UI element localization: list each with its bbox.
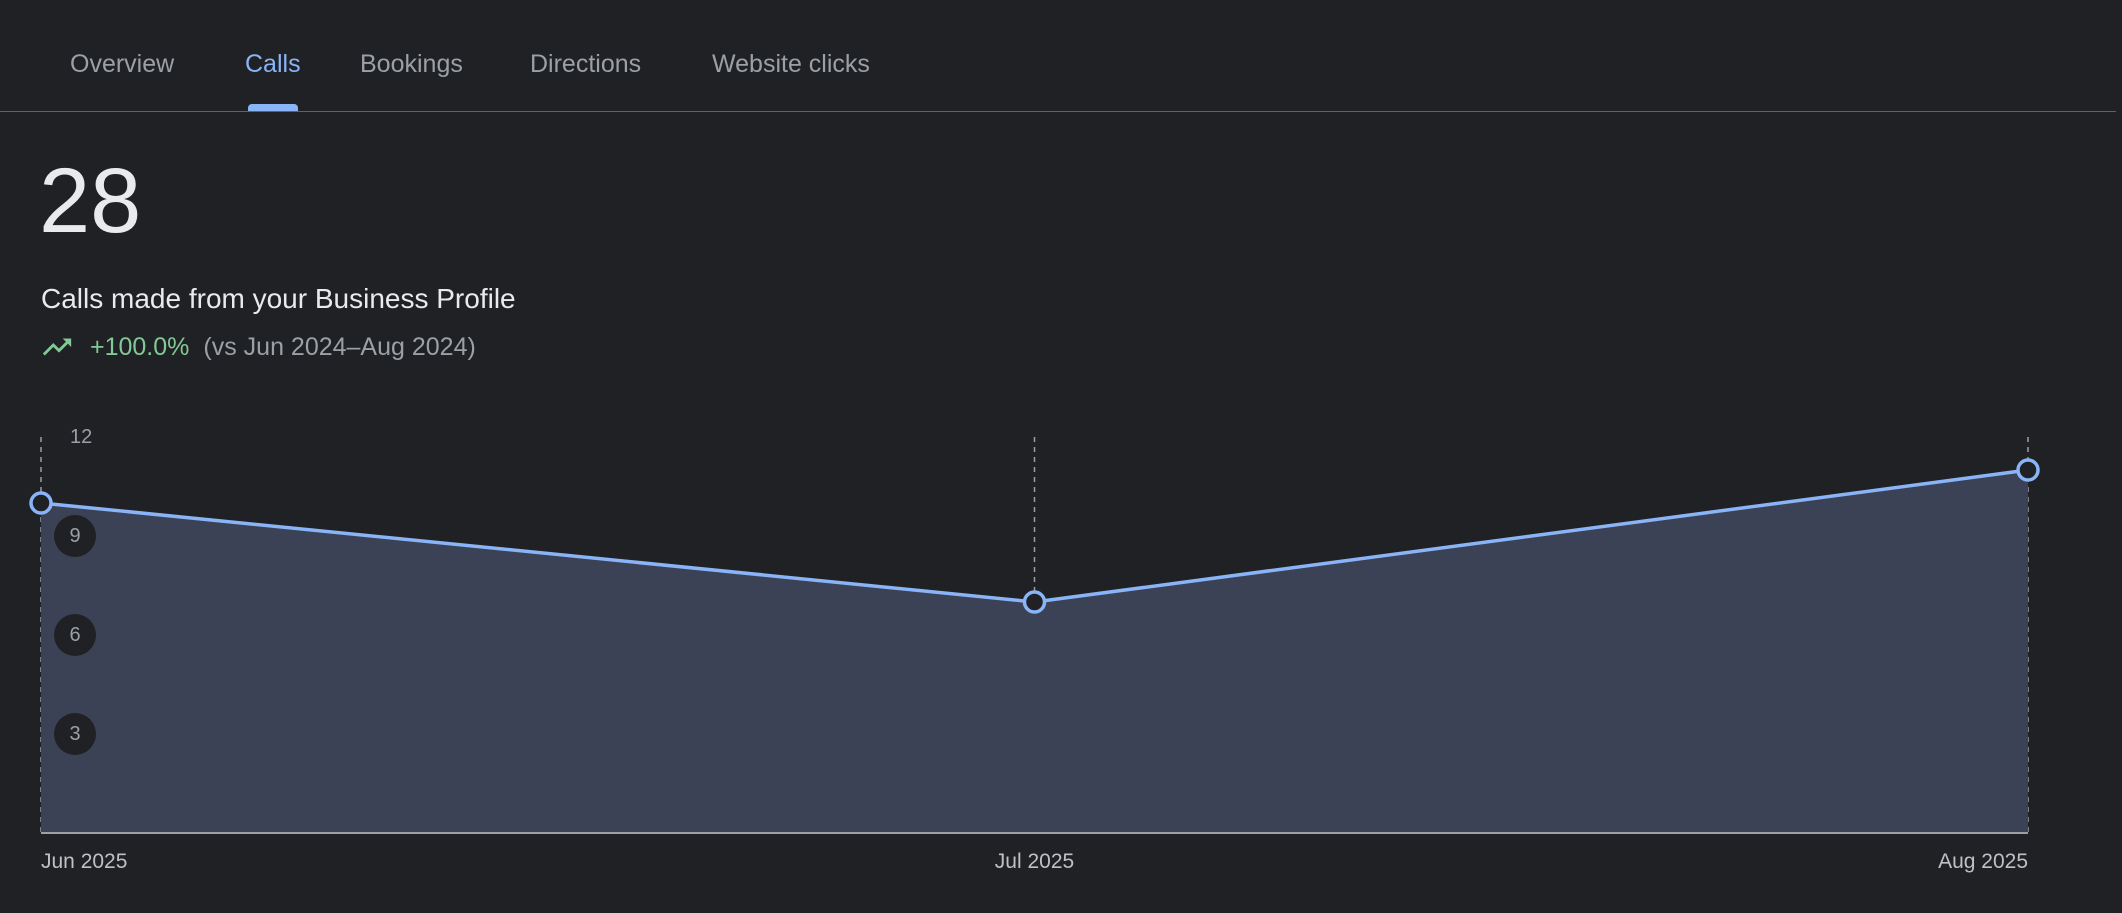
- trending-up-icon: [42, 338, 72, 356]
- trend-summary: +100.0% (vs Jun 2024–Aug 2024): [40, 330, 476, 364]
- chart-data-point[interactable]: [2016, 458, 2040, 482]
- calls-total-value: 28: [39, 150, 142, 252]
- tab-bar: Overview Calls Bookings Directions Websi…: [0, 0, 2116, 112]
- chart-data-point[interactable]: [29, 491, 53, 515]
- x-tick-label: Aug 2025: [1938, 850, 2028, 873]
- calls-area-chart: 3 6 9 12 Jun 2025 Jul 2025 Aug 2025: [29, 426, 2040, 873]
- metric-description: Calls made from your Business Profile: [41, 283, 516, 314]
- tab-website-clicks[interactable]: Website clicks: [712, 50, 870, 79]
- x-tick-label: Jun 2025: [41, 850, 127, 873]
- x-tick-label: Jul 2025: [995, 850, 1074, 873]
- y-tick-label: 3: [69, 723, 80, 745]
- tab-calls[interactable]: Calls: [245, 50, 301, 79]
- tab-overview[interactable]: Overview: [70, 50, 174, 79]
- chart-area-fill: [41, 470, 2028, 833]
- tab-bookings[interactable]: Bookings: [360, 50, 463, 79]
- y-tick-label: 6: [69, 624, 80, 646]
- y-tick-label: 9: [69, 525, 80, 547]
- chart-data-point[interactable]: [1022, 590, 1047, 614]
- y-tick-label: 12: [70, 426, 92, 448]
- trend-comparison-period: (vs Jun 2024–Aug 2024): [203, 332, 476, 361]
- active-tab-indicator: [248, 104, 298, 111]
- tab-directions[interactable]: Directions: [530, 50, 641, 79]
- trend-percentage: +100.0%: [90, 332, 190, 361]
